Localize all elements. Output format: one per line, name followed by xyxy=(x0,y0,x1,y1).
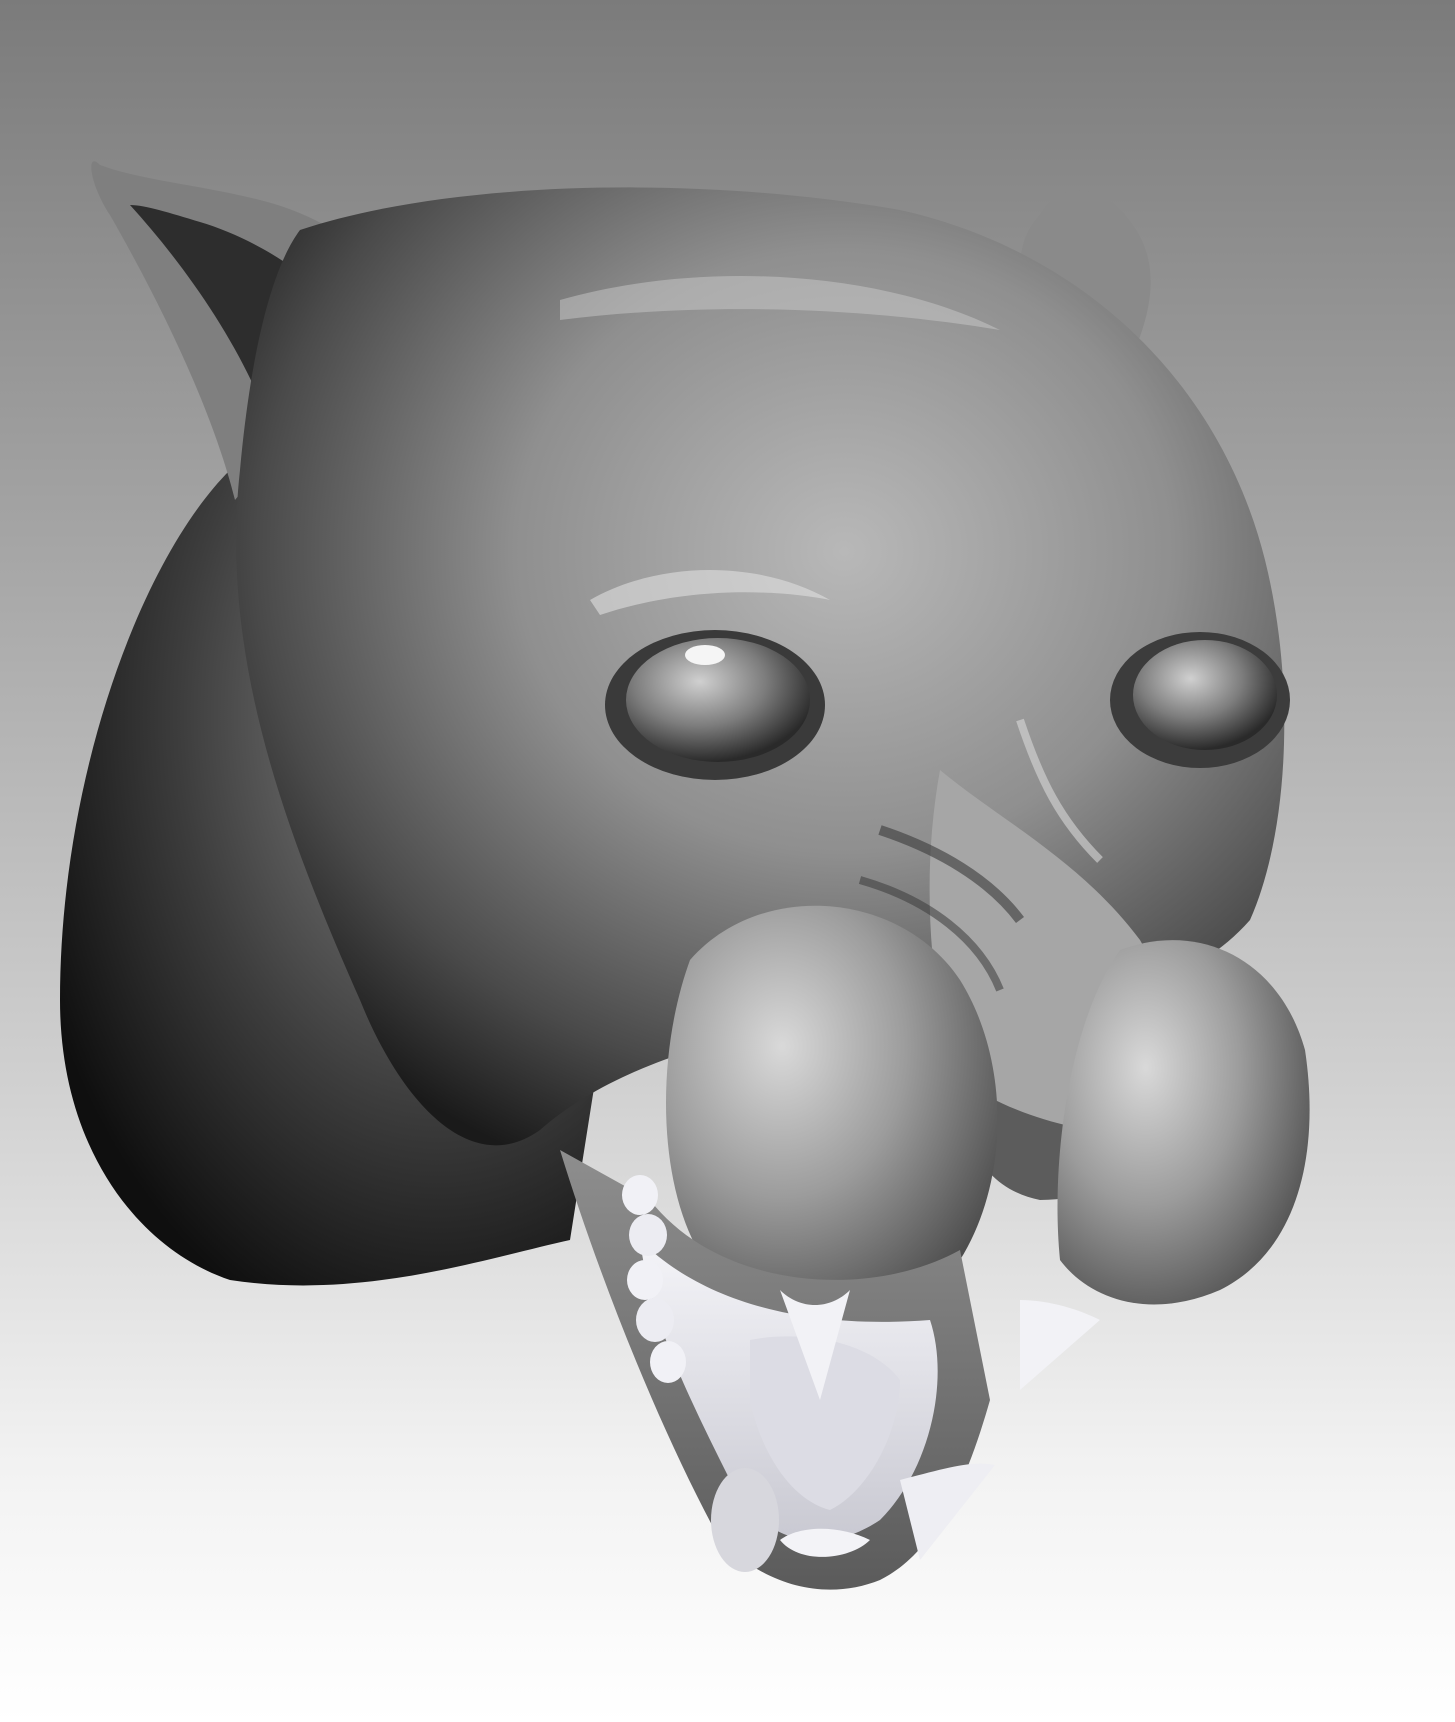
lower-fang-left xyxy=(711,1468,779,1572)
panther-head-render xyxy=(60,161,1310,1590)
side-tooth-2 xyxy=(629,1214,667,1256)
sculpt-viewport[interactable] xyxy=(0,0,1455,1722)
side-tooth-1 xyxy=(622,1175,658,1215)
side-tooth-3 xyxy=(627,1260,663,1300)
side-tooth-5 xyxy=(650,1341,686,1383)
upper-fang-right xyxy=(1020,1300,1100,1390)
side-tooth-4 xyxy=(636,1298,674,1342)
left-muzzle-cheek xyxy=(666,905,998,1308)
right-eye xyxy=(1133,640,1277,750)
left-eye-glint xyxy=(685,645,725,665)
